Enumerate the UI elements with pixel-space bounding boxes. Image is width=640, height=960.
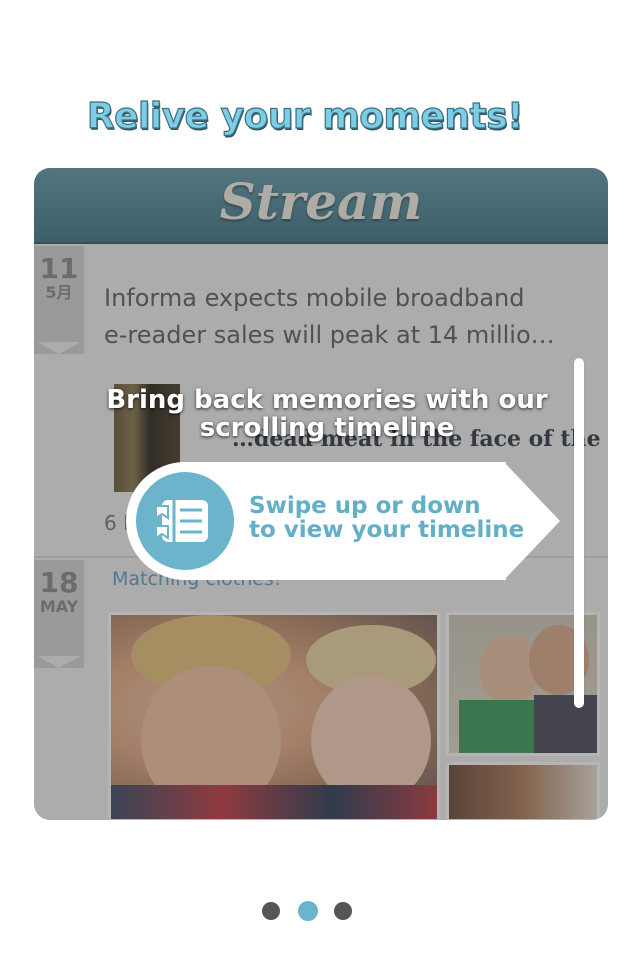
entry-text-line: e-reader sales will peak at 14 millio… bbox=[104, 321, 555, 349]
tutorial-message: Bring back memories with our scrolling t… bbox=[0, 386, 640, 442]
tutorial-message-line: Bring back memories with our bbox=[106, 385, 548, 415]
photo-detail bbox=[534, 695, 597, 753]
tutorial-message-line: scrolling timeline bbox=[199, 413, 455, 443]
page-dot-3[interactable] bbox=[334, 902, 352, 920]
swipe-hint-line: Swipe up or down bbox=[249, 493, 481, 519]
entry-text-line: Informa expects mobile broadband bbox=[104, 284, 525, 312]
entry-text[interactable]: Informa expects mobile broadband e-reade… bbox=[104, 280, 594, 354]
timeline-book-icon-graphic bbox=[155, 500, 208, 542]
date-month: MAY bbox=[39, 597, 79, 616]
stream-title: Stream bbox=[219, 172, 423, 231]
date-month: 5月 bbox=[45, 283, 73, 302]
photo-main[interactable] bbox=[108, 612, 440, 820]
photo-detail bbox=[111, 785, 437, 819]
date-day: 11 bbox=[39, 252, 79, 285]
entry-count: 6 l bbox=[104, 511, 129, 535]
photo-detail bbox=[459, 700, 539, 753]
swipe-hint-text: Swipe up or down to view your timeline bbox=[249, 494, 549, 542]
page-dot-2-active[interactable] bbox=[298, 901, 318, 921]
date-tab-entry-2: 18 MAY bbox=[34, 560, 84, 656]
date-tab-notch bbox=[34, 340, 84, 354]
page-headline: Relive your moments! bbox=[86, 95, 524, 137]
page-dot-1[interactable] bbox=[262, 902, 280, 920]
swipe-hint-line: to view your timeline bbox=[249, 517, 525, 543]
date-day: 18 bbox=[39, 566, 79, 599]
timeline-book-icon bbox=[136, 472, 234, 570]
photo-side-bottom[interactable] bbox=[446, 762, 600, 820]
stream-header: Stream bbox=[34, 168, 608, 244]
date-tab-notch bbox=[34, 654, 84, 668]
page-indicator bbox=[0, 900, 640, 922]
date-tab-entry-1: 11 5月 bbox=[34, 246, 84, 342]
